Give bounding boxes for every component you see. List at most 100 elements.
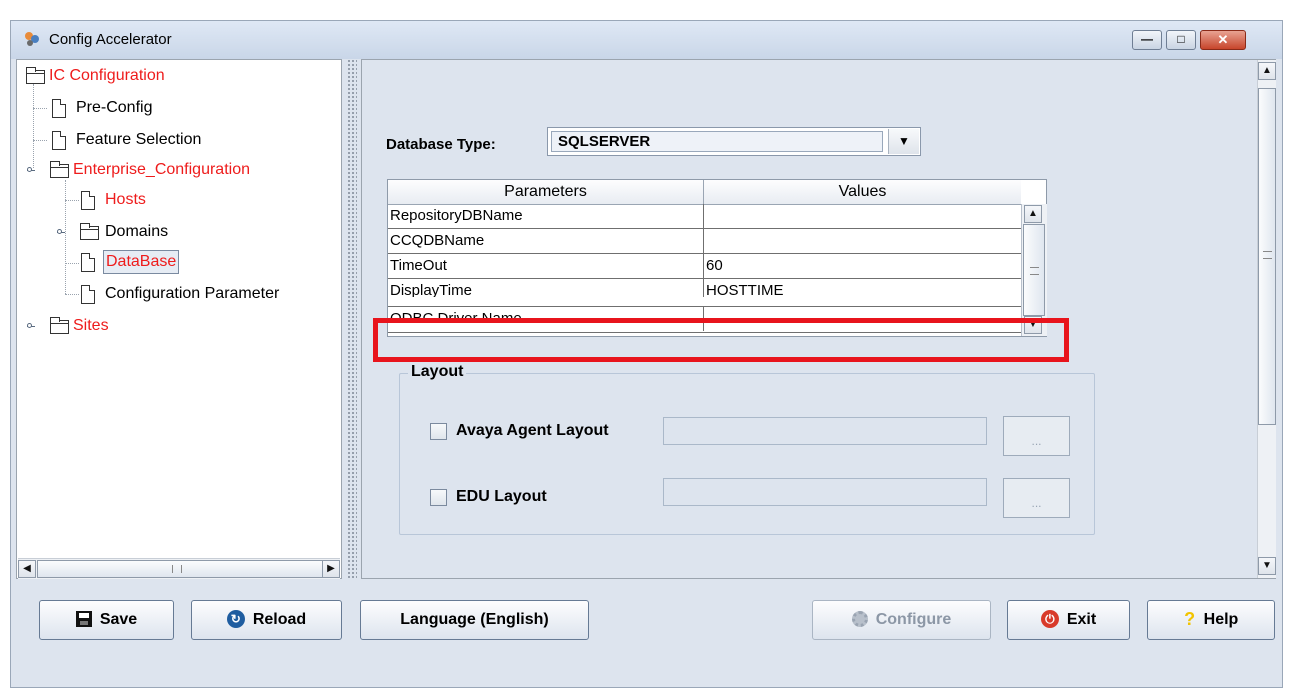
tree-node-label: Feature Selection [76, 131, 202, 148]
tree-node-configuration-parameter[interactable]: Configuration Parameter [17, 282, 341, 306]
column-header-parameters[interactable]: Parameters [388, 180, 704, 204]
value-cell[interactable]: HOSTTIME [704, 279, 1021, 297]
tree-node-domains[interactable]: Domains [17, 220, 337, 244]
maximize-icon: □ [1177, 32, 1185, 46]
reload-button-label: Reload [252, 611, 307, 628]
table-row[interactable]: TimeOut 60 [388, 254, 1021, 279]
folder-icon [26, 67, 45, 84]
tree-node-label: Enterprise_Configuration [73, 161, 250, 178]
tree-node-hosts[interactable]: Hosts [17, 188, 337, 212]
language-button-label: Language (English) [400, 611, 549, 628]
parameter-cell: ODBC Driver Name [388, 307, 704, 331]
help-button-label: Help [1203, 611, 1239, 628]
database-settings-panel: Database Type: SQLSERVER ▼ Parameters Va… [361, 59, 1276, 579]
tree-node-label: IC Configuration [49, 67, 165, 84]
configure-button-label: Configure [875, 611, 952, 628]
tree-node-label: Pre-Config [76, 99, 153, 116]
main-vertical-scrollbar[interactable]: ▲ ▼ [1257, 60, 1276, 578]
tree-node-database[interactable]: DataBase [17, 250, 337, 274]
edu-layout-field[interactable] [663, 478, 987, 506]
layout-group-title: Layout [408, 363, 467, 381]
parameter-cell: TimeOut [388, 254, 704, 278]
table-row[interactable]: ODBC Driver Name [388, 306, 1021, 333]
edu-layout-browse-button[interactable]: ... [1003, 478, 1070, 518]
folder-icon [50, 161, 69, 178]
table-row[interactable]: CCQDBName [388, 229, 1021, 254]
scroll-up-button[interactable]: ▲ [1024, 205, 1042, 223]
exit-button-label: Exit [1066, 611, 1097, 628]
grip-icon [1263, 251, 1272, 259]
tree-node-feature-selection[interactable]: Feature Selection [17, 128, 337, 152]
minimize-button[interactable]: — [1132, 30, 1162, 50]
tree-node-pre-config[interactable]: Pre-Config [17, 96, 337, 120]
grip-icon [172, 565, 182, 573]
avaya-agent-layout-checkbox[interactable] [430, 423, 447, 440]
collapsed-handle-icon[interactable] [27, 323, 38, 331]
power-icon: ⏻ [1040, 609, 1059, 628]
tree-node-label: Sites [73, 317, 109, 334]
scroll-thumb[interactable] [37, 560, 323, 578]
document-icon [81, 191, 95, 210]
parameters-table[interactable]: Parameters Values RepositoryDBName CCQDB… [387, 179, 1047, 337]
gear-icon [851, 610, 868, 627]
collapsed-handle-icon[interactable] [57, 229, 68, 237]
close-icon: ✕ [1217, 32, 1229, 47]
table-row[interactable]: DisplayTime HOSTTIME [388, 279, 1021, 297]
window-title: Config Accelerator [49, 31, 172, 48]
edu-layout-checkbox[interactable] [430, 489, 447, 506]
exit-button[interactable]: ⏻ Exit [1007, 600, 1130, 640]
value-cell[interactable] [704, 229, 1021, 253]
app-icon [25, 32, 39, 46]
help-button[interactable]: ? Help [1147, 600, 1275, 640]
table-vertical-scrollbar[interactable]: ▲ ▼ [1021, 204, 1047, 336]
folder-icon [50, 317, 69, 334]
table-header: Parameters Values [388, 180, 1021, 205]
database-type-select[interactable]: SQLSERVER ▼ [547, 127, 921, 156]
tree-viewport: IC Configuration Pre-Config Feature Sele… [17, 60, 341, 558]
avaya-agent-layout-field[interactable] [663, 417, 987, 445]
avaya-agent-layout-label: Avaya Agent Layout [456, 422, 609, 439]
language-button[interactable]: Language (English) [360, 600, 589, 640]
expanded-handle-icon[interactable] [27, 167, 38, 175]
tree-horizontal-scrollbar[interactable]: ◀ ▶ [18, 558, 340, 579]
tree-node-sites[interactable]: Sites [17, 314, 337, 338]
table-row[interactable]: RepositoryDBName [388, 204, 1021, 229]
document-icon [81, 253, 95, 272]
scroll-right-button[interactable]: ▶ [322, 560, 340, 578]
save-icon [75, 610, 92, 627]
save-button-label: Save [99, 611, 138, 628]
avaya-agent-layout-browse-button[interactable]: ... [1003, 416, 1070, 456]
scroll-thumb[interactable] [1258, 88, 1276, 425]
parameter-cell: DisplayTime [388, 279, 704, 297]
navigation-tree[interactable]: IC Configuration Pre-Config Feature Sele… [16, 59, 342, 579]
value-cell[interactable] [704, 204, 1021, 228]
scroll-down-button[interactable]: ▼ [1258, 557, 1276, 575]
split-pane-divider[interactable] [347, 59, 357, 579]
dropdown-arrow-icon[interactable]: ▼ [888, 129, 919, 154]
edu-layout-label: EDU Layout [456, 488, 547, 505]
tree-node-label: Hosts [105, 191, 146, 208]
value-cell[interactable]: 60 [704, 254, 1021, 278]
scroll-down-button[interactable]: ▼ [1024, 316, 1042, 334]
scroll-left-button[interactable]: ◀ [18, 560, 36, 578]
configure-button[interactable]: Configure [812, 600, 991, 640]
tree-node-ic-configuration[interactable]: IC Configuration [17, 64, 337, 88]
parameter-cell: RepositoryDBName [388, 204, 704, 228]
folder-icon [80, 223, 99, 240]
column-header-values[interactable]: Values [704, 180, 1021, 204]
tree-node-label: DataBase [103, 250, 180, 274]
tree-node-enterprise-configuration[interactable]: Enterprise_Configuration [17, 158, 337, 182]
question-icon: ? [1184, 608, 1196, 629]
scroll-up-button[interactable]: ▲ [1258, 62, 1276, 80]
document-icon [52, 99, 66, 118]
table-viewport: Parameters Values RepositoryDBName CCQDB… [388, 180, 1021, 337]
value-cell[interactable] [704, 307, 1021, 331]
reload-button[interactable]: ↻ Reload [191, 600, 342, 640]
maximize-button[interactable]: □ [1166, 30, 1196, 50]
save-button[interactable]: Save [39, 600, 174, 640]
parameter-cell: CCQDBName [388, 229, 704, 253]
database-type-value: SQLSERVER [551, 131, 883, 152]
scroll-thumb[interactable] [1023, 224, 1045, 316]
close-button[interactable]: ✕ [1200, 30, 1246, 50]
tree-node-label: Domains [105, 223, 169, 240]
